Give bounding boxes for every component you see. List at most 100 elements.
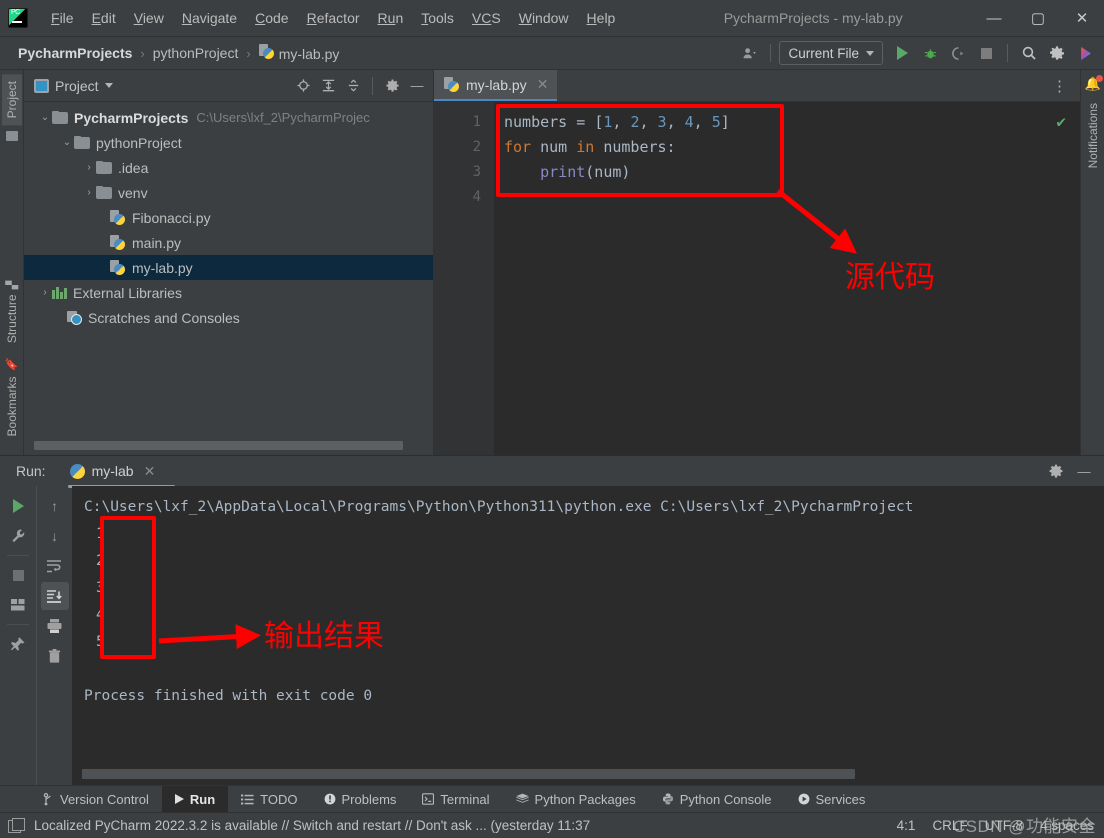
tree-arrow-expanded[interactable]: ⌄ (38, 112, 52, 123)
project-hscrollbar[interactable] (24, 437, 433, 455)
tree-arrow-collapsed[interactable]: › (38, 287, 52, 298)
notifications-bell-icon[interactable]: 🔔 (1085, 75, 1103, 92)
menu-file[interactable]: File (42, 7, 83, 29)
status-message[interactable]: Localized PyCharm 2022.3.2 is available … (34, 818, 590, 833)
search-icon[interactable] (1016, 40, 1042, 66)
sidebar-tab-notifications[interactable]: Notifications (1083, 96, 1103, 175)
toolwindow-run[interactable]: Run (161, 786, 229, 812)
tree-arrow-collapsed[interactable]: › (82, 187, 96, 198)
project-hscroll-thumb[interactable] (34, 441, 404, 450)
line-separator[interactable]: CRLF (932, 818, 967, 833)
run-hide-icon[interactable]: — (1072, 459, 1096, 483)
library-icon (52, 286, 67, 299)
toolwindow-version-control[interactable]: Version Control (30, 786, 162, 812)
pin-icon[interactable] (4, 630, 32, 658)
pycharm-logo-icon (8, 8, 28, 28)
wrench-icon[interactable] (4, 522, 32, 550)
tree-arrow-collapsed[interactable]: › (82, 162, 96, 173)
menu-refactor[interactable]: Refactor (298, 7, 369, 29)
tree-row-pycharmprojects[interactable]: ⌄ PycharmProjects C:\Users\lxf_2\Pycharm… (24, 105, 433, 130)
toolwindow-terminal[interactable]: Terminal (409, 786, 502, 812)
run-tab-mylab[interactable]: my-lab ✕ (64, 459, 176, 488)
run-icon[interactable] (889, 40, 915, 66)
expand-all-icon[interactable] (316, 74, 340, 98)
menu-window[interactable]: Window (510, 7, 578, 29)
run-with-coverage-icon[interactable] (945, 40, 971, 66)
more-options-icon[interactable]: ⋮ (1046, 77, 1074, 95)
print-icon[interactable] (41, 612, 69, 640)
project-gear-icon[interactable] (380, 74, 404, 98)
menu-navigate-mnemonic: N (181, 10, 192, 26)
inspection-ok-icon[interactable]: ✔ (1056, 112, 1066, 131)
tree-row-external-libraries[interactable]: › External Libraries (24, 280, 433, 305)
trash-icon[interactable] (41, 642, 69, 670)
tree-row-fibonacci[interactable]: Fibonacci.py (24, 205, 433, 230)
down-arrow-icon[interactable]: ↓ (41, 522, 69, 550)
tree-row-idea[interactable]: › .idea (24, 155, 433, 180)
caret-position[interactable]: 4:1 (897, 818, 916, 833)
editor-tab-mylab[interactable]: my-lab.py ✕ (434, 70, 558, 101)
run-configuration-selector[interactable]: Current File (779, 41, 883, 65)
tree-row-main[interactable]: main.py (24, 230, 433, 255)
menu-run[interactable]: Run (369, 7, 413, 29)
run-settings-gear-icon[interactable] (1044, 459, 1068, 483)
project-tree[interactable]: ⌄ PycharmProjects C:\Users\lxf_2\Pycharm… (24, 102, 433, 437)
stop-icon[interactable] (973, 40, 999, 66)
sidebar-tab-project[interactable]: Project (1, 74, 22, 126)
toolwindow-python-packages[interactable]: Python Packages (503, 786, 649, 812)
run-panel-label: Run: (16, 463, 46, 479)
event-log-icon[interactable] (8, 818, 25, 833)
scroll-to-end-icon[interactable] (40, 582, 69, 610)
tree-row-venv[interactable]: › venv (24, 180, 433, 205)
menu-vcs[interactable]: VCS (463, 7, 510, 29)
console-hscrollbar[interactable] (82, 769, 1086, 779)
breadcrumb-pythonproject[interactable]: pythonProject (149, 43, 243, 63)
python-file-icon (110, 235, 125, 250)
close-icon[interactable]: ✕ (144, 463, 156, 480)
minimize-button[interactable]: — (972, 0, 1016, 36)
indent-setting[interactable]: 4 spaces (1040, 818, 1094, 833)
code-text[interactable]: numbers = [1, 2, 3, 4, 5] for num in num… (494, 102, 1080, 455)
sidebar-tab-structure[interactable]: Structure ▞ (2, 274, 22, 350)
menu-code[interactable]: Code (246, 7, 297, 29)
debug-icon[interactable] (917, 40, 943, 66)
project-scope-chevron-icon[interactable] (104, 83, 113, 88)
file-encoding[interactable]: UTF-8 (985, 818, 1023, 833)
user-avatar-icon[interactable] (736, 40, 762, 66)
tree-arrow-expanded[interactable]: ⌄ (60, 137, 74, 148)
settings-gear-icon[interactable] (1044, 40, 1070, 66)
maximize-button[interactable]: ▢ (1016, 0, 1060, 36)
menu-navigate[interactable]: Navigate (173, 7, 246, 29)
menu-view[interactable]: View (125, 7, 173, 29)
console-hscroll-thumb[interactable] (82, 769, 856, 779)
sidebar-tab-bookmarks[interactable]: Bookmarks 🔖 (2, 351, 22, 443)
ai-assistant-icon[interactable] (1072, 40, 1098, 66)
layout-settings-icon[interactable] (4, 591, 32, 619)
toolwindow-todo[interactable]: TODO (228, 786, 310, 812)
toolwindow-python-console[interactable]: Python Console (649, 786, 785, 812)
locate-file-icon[interactable] (291, 74, 315, 98)
breadcrumb-pycharmprojects[interactable]: PycharmProjects (14, 43, 136, 63)
run-console[interactable]: C:\Users\lxf_2\AppData\Local\Programs\Py… (72, 486, 1104, 785)
menu-tools[interactable]: Tools (412, 7, 463, 29)
toolwindow-services[interactable]: Services (785, 786, 879, 812)
tree-row-mylab[interactable]: my-lab.py (24, 255, 433, 280)
code-editor[interactable]: 1 2 3 4 numbers = [1, 2, 3, 4, 5] for nu… (434, 102, 1080, 455)
up-arrow-icon[interactable]: ↑ (41, 492, 69, 520)
rerun-icon[interactable] (4, 492, 32, 520)
close-button[interactable]: ✕ (1060, 0, 1104, 36)
editor-area: my-lab.py ✕ ⋮ 1 2 3 4 numbers = [1, 2, 3… (434, 70, 1080, 455)
breadcrumb-mylab[interactable]: my-lab.py (255, 42, 344, 64)
tree-row-pythonproject[interactable]: ⌄ pythonProject (24, 130, 433, 155)
toolwindow-label: Problems (341, 791, 397, 807)
hide-panel-icon[interactable]: — (405, 74, 429, 98)
collapse-all-icon[interactable] (341, 74, 365, 98)
close-icon[interactable]: ✕ (537, 76, 549, 93)
toolwindow-problems[interactable]: Problems (311, 786, 410, 812)
stop-icon[interactable] (4, 561, 32, 589)
soft-wrap-icon[interactable] (41, 552, 69, 580)
tree-row-scratches[interactable]: Scratches and Consoles (24, 305, 433, 330)
project-hscroll-track[interactable] (34, 441, 427, 450)
menu-edit[interactable]: Edit (83, 7, 125, 29)
menu-help[interactable]: Help (578, 7, 625, 29)
